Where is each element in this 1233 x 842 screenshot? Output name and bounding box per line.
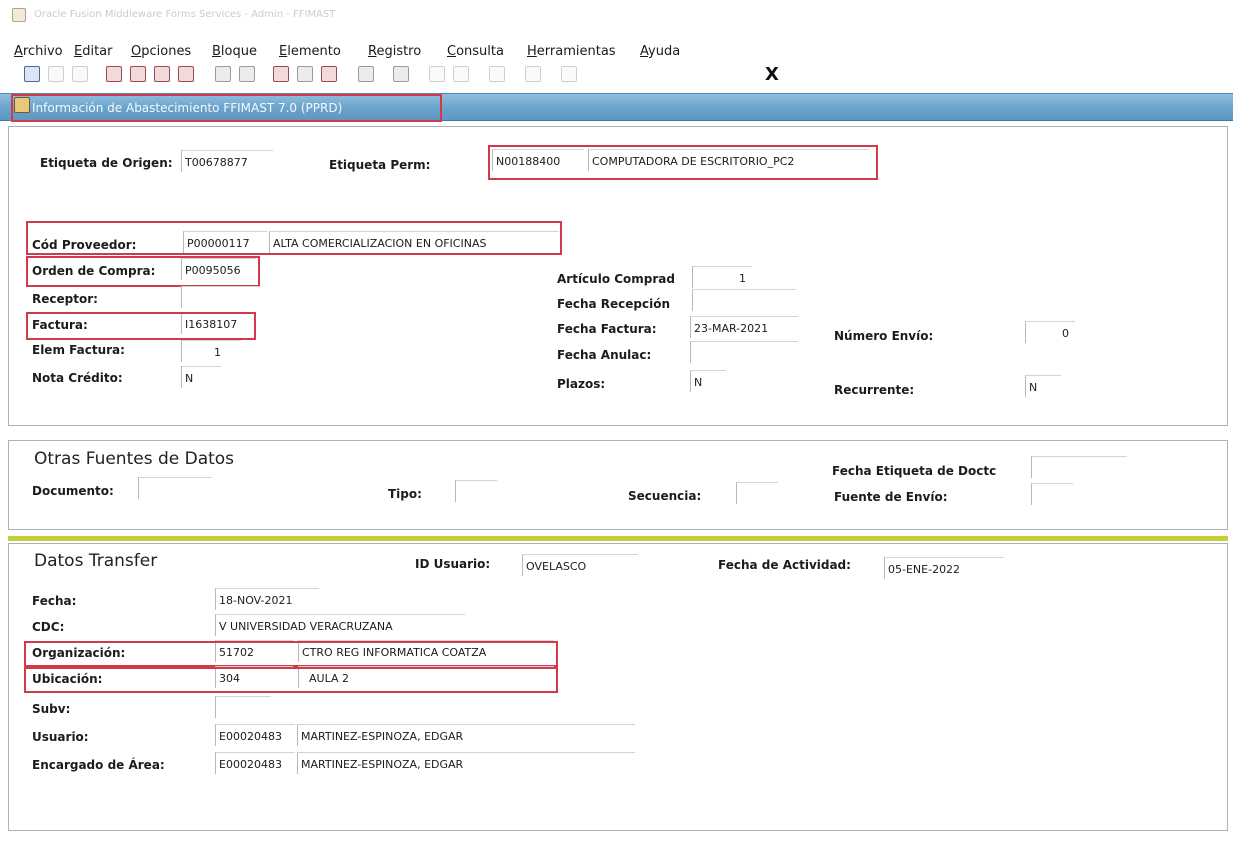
- label-fecha-etiqueta: Fecha Etiqueta de Doctc: [832, 464, 997, 478]
- next-block-icon[interactable]: [178, 66, 194, 82]
- label-cdc: CDC:: [32, 620, 65, 634]
- documento-field[interactable]: [138, 477, 212, 499]
- usuario-code-field[interactable]: E00020483: [215, 724, 295, 746]
- fecha-field[interactable]: 18-NOV-2021: [215, 588, 319, 610]
- highlight-box-proveedor: [26, 221, 562, 255]
- label-nota-credito: Nota Crédito:: [32, 371, 123, 385]
- cdc-field[interactable]: V UNIVERSIDAD VERACRUZANA: [215, 614, 465, 636]
- menu-ayuda[interactable]: Ayuda: [640, 44, 680, 59]
- fecha-etiqueta-field[interactable]: [1031, 456, 1127, 478]
- rollback-icon[interactable]: [48, 66, 64, 82]
- app-icon: [12, 8, 26, 22]
- label-etiqueta-origen: Etiqueta de Origen:: [40, 156, 173, 170]
- usuario-desc-field: MARTINEZ-ESPINOZA, EDGAR: [297, 724, 635, 746]
- label-fecha-factura: Fecha Factura:: [557, 322, 657, 336]
- previous-block-icon[interactable]: [154, 66, 170, 82]
- fecha-actividad-field[interactable]: 05-ENE-2022: [884, 557, 1004, 579]
- about-icon[interactable]: [561, 66, 577, 82]
- section-separator: [8, 536, 1228, 541]
- label-articulo-comprado: Artículo Comprad: [557, 272, 675, 286]
- label-usuario: Usuario:: [32, 730, 89, 744]
- encargado-code-field[interactable]: E00020483: [215, 752, 295, 774]
- menu-elemento[interactable]: Elemento: [279, 44, 341, 59]
- fuente-envio-field[interactable]: [1031, 483, 1073, 505]
- fecha-recepcion-field[interactable]: [692, 289, 796, 311]
- label-encargado: Encargado de Área:: [32, 758, 165, 772]
- exit-button[interactable]: X: [765, 64, 779, 85]
- document-icon[interactable]: [358, 66, 374, 82]
- highlight-box-factura: [26, 312, 256, 340]
- label-id-usuario: ID Usuario:: [415, 557, 491, 571]
- label-subv: Subv:: [32, 702, 71, 716]
- numero-envio-field[interactable]: 0: [1025, 321, 1075, 343]
- label-fecha: Fecha:: [32, 594, 77, 608]
- tipo-field[interactable]: [455, 480, 497, 502]
- etiqueta-origen-field[interactable]: T00678877: [181, 150, 273, 172]
- highlight-box-etiqueta-perm: [488, 145, 878, 180]
- articulo-comprado-field[interactable]: 1: [692, 266, 752, 288]
- datos-transfer-title: Datos Transfer: [34, 551, 158, 571]
- app-title: Oracle Fusion Middleware Forms Services …: [34, 9, 336, 20]
- otras-fuentes-title: Otras Fuentes de Datos: [34, 449, 235, 469]
- nota-credito-field[interactable]: N: [181, 366, 221, 388]
- menu-archivo[interactable]: Archivo: [14, 44, 63, 59]
- encargado-desc-field: MARTINEZ-ESPINOZA, EDGAR: [297, 752, 635, 774]
- plazos-field[interactable]: N: [690, 370, 726, 392]
- execute-query-icon[interactable]: [239, 66, 255, 82]
- calendar-icon[interactable]: [297, 66, 313, 82]
- menu-consulta[interactable]: Consulta: [447, 44, 504, 59]
- delete-record-icon[interactable]: [130, 66, 146, 82]
- fecha-anulac-field[interactable]: [690, 341, 798, 363]
- label-fuente-envio: Fuente de Envío:: [834, 490, 948, 504]
- receptor-field[interactable]: [181, 286, 261, 308]
- insert-record-icon[interactable]: [106, 66, 122, 82]
- highlight-box-title: [11, 94, 442, 122]
- menu-registro[interactable]: Registro: [368, 44, 421, 59]
- label-documento: Documento:: [32, 484, 114, 498]
- highlight-box-orden-compra: [26, 256, 260, 287]
- menu-bloque[interactable]: Bloque: [212, 44, 257, 59]
- secuencia-field[interactable]: [736, 482, 778, 504]
- enter-query-icon[interactable]: [215, 66, 231, 82]
- label-secuencia: Secuencia:: [628, 489, 702, 503]
- recurrente-field[interactable]: N: [1025, 375, 1061, 397]
- id-usuario-field[interactable]: OVELASCO: [522, 554, 638, 576]
- highlight-box-organizacion: [24, 641, 558, 667]
- label-receptor: Receptor:: [32, 292, 98, 306]
- elem-factura-field[interactable]: 1: [181, 340, 241, 362]
- label-elem-factura: Elem Factura:: [32, 343, 125, 357]
- options-icon[interactable]: [525, 66, 541, 82]
- print-preview-icon[interactable]: [72, 66, 88, 82]
- label-fecha-recepcion: Fecha Recepción: [557, 297, 671, 311]
- label-fecha-actividad: Fecha de Actividad:: [718, 558, 851, 572]
- extract-icon[interactable]: [429, 66, 445, 82]
- subv-field[interactable]: [215, 696, 271, 718]
- label-fecha-anulac: Fecha Anulac:: [557, 348, 652, 362]
- navigate-icon[interactable]: [489, 66, 505, 82]
- label-etiqueta-perm: Etiqueta Perm:: [329, 158, 431, 172]
- label-tipo: Tipo:: [388, 487, 422, 501]
- label-recurrente: Recurrente:: [834, 383, 915, 397]
- label-plazos: Plazos:: [557, 377, 606, 391]
- menu-opciones[interactable]: Opciones: [131, 44, 191, 59]
- cancel-icon[interactable]: [321, 66, 337, 82]
- menu-herramientas[interactable]: Herramientas: [527, 44, 616, 59]
- menu-editar[interactable]: Editar: [74, 44, 113, 59]
- label-numero-envio: Número Envío:: [834, 329, 934, 343]
- fecha-factura-field[interactable]: 23-MAR-2021: [690, 316, 798, 338]
- highlight-box-ubicacion: [24, 667, 558, 693]
- printer-icon[interactable]: [393, 66, 409, 82]
- help-icon[interactable]: [273, 66, 289, 82]
- save-icon[interactable]: [24, 66, 40, 82]
- query-extract-icon[interactable]: [453, 66, 469, 82]
